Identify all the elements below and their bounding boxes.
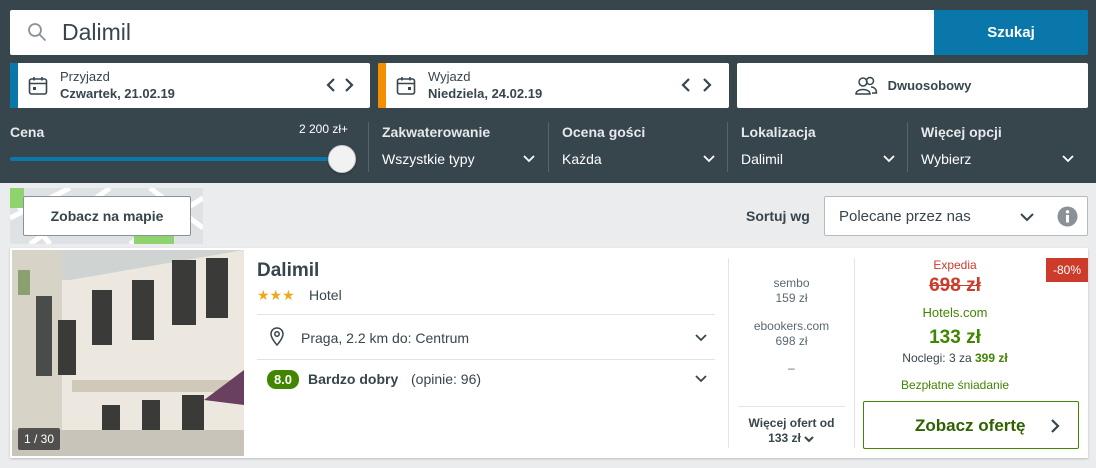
more-offers-label: Więcej ofert od — [748, 416, 835, 430]
more-offers-price: 133 zł — [768, 431, 801, 445]
search-icon — [28, 23, 46, 41]
compare-site: Expedia — [933, 258, 977, 272]
location-filter-label: Lokalizacja — [741, 124, 816, 140]
nights-text: Noclegi: 3 za — [902, 351, 972, 365]
chevron-down-icon — [1020, 213, 1034, 222]
rating-filter-value[interactable]: Każda — [562, 151, 602, 167]
location-filter-value[interactable]: Dalimil — [741, 151, 783, 167]
rating-filter-label: Ocena gości — [562, 124, 646, 140]
more-offers-link[interactable]: Więcej ofert od 133 zł — [738, 416, 845, 446]
map-pin-icon — [270, 327, 284, 346]
search-header: Dalimil Szukaj Przyjazd Czwartek, 21.02.… — [0, 0, 1096, 183]
row-divider — [257, 359, 715, 360]
chevron-down-icon — [804, 435, 814, 442]
search-input[interactable]: Dalimil — [10, 10, 934, 55]
sort-label: Sortuj wg — [746, 208, 810, 224]
compare-price: 698 zł — [929, 275, 981, 296]
sort-value: Polecane przez nas — [839, 208, 971, 225]
row-divider — [257, 314, 715, 315]
chevron-down-icon[interactable] — [702, 152, 716, 166]
show-on-map-button[interactable]: Zobacz na mapie — [23, 196, 191, 236]
checkin-next-icon[interactable] — [340, 75, 358, 95]
review-count: (opinie: 96) — [411, 371, 482, 387]
chevron-right-icon — [1051, 419, 1060, 433]
filter-divider — [727, 122, 728, 172]
checkout-value: Niedziela, 24.02.19 — [428, 86, 543, 101]
checkout-next-icon[interactable] — [698, 75, 716, 95]
filter-divider — [907, 122, 908, 172]
alt-offer-price: 159 zł — [775, 291, 808, 305]
search-value: Dalimil — [62, 19, 131, 45]
hotel-name[interactable]: Dalimil — [257, 260, 319, 282]
checkout-date-picker[interactable]: Wyjazd Niedziela, 24.02.19 — [378, 63, 729, 108]
alt-offer-site: – — [788, 361, 795, 375]
chevron-down-icon[interactable] — [694, 372, 708, 386]
star-rating: ★★★ — [257, 287, 295, 303]
alt-offer[interactable]: ebookers.com 698 zł — [728, 319, 855, 349]
sort-select[interactable]: Polecane przez nas — [824, 196, 1048, 236]
hotel-building-image — [12, 250, 244, 456]
rating-score-badge: 8.0 — [267, 370, 299, 389]
chevron-down-icon[interactable] — [694, 331, 708, 345]
price-slider-handle[interactable] — [328, 145, 356, 173]
users-icon — [854, 76, 877, 95]
accommodation-filter-label: Zakwaterowanie — [382, 124, 491, 140]
hotel-result-card: 1 / 30 Dalimil ★★★ Hotel Praga, 2.2 km d… — [10, 248, 1088, 458]
chevron-down-icon[interactable] — [882, 152, 896, 166]
checkin-accent — [10, 63, 18, 108]
search-button[interactable]: Szukaj — [934, 10, 1088, 55]
view-deal-button[interactable]: Zobacz ofertę — [863, 401, 1079, 449]
checkin-prev-icon[interactable] — [322, 75, 340, 95]
room-type-selector[interactable]: Dwuosobowy — [737, 63, 1088, 108]
price-slider-track[interactable] — [10, 157, 342, 161]
checkout-accent — [378, 63, 386, 108]
checkin-label: Przyjazd — [60, 69, 110, 84]
filter-divider — [548, 122, 549, 172]
checkin-date-picker[interactable]: Przyjazd Czwartek, 21.02.19 — [10, 63, 370, 108]
chevron-down-icon[interactable] — [522, 152, 536, 166]
deal-price: 133 zł — [929, 327, 981, 348]
more-options-filter-label: Więcej opcji — [921, 124, 1002, 140]
alt-offer-site: sembo — [773, 276, 810, 290]
view-deal-label: Zobacz ofertę — [915, 416, 1026, 435]
filter-divider — [368, 122, 369, 172]
alt-offer[interactable]: sembo 159 zł — [728, 276, 855, 306]
info-icon — [1057, 206, 1078, 227]
alt-offer-site: ebookers.com — [753, 319, 830, 333]
hotel-location: Praga, 2.2 km do: Centrum — [301, 330, 470, 346]
alt-offer: – — [728, 361, 855, 376]
hotel-type: Hotel — [309, 287, 342, 303]
calendar-icon — [396, 77, 416, 95]
photo-counter: 1 / 30 — [18, 428, 61, 450]
checkin-value: Czwartek, 21.02.19 — [60, 86, 175, 101]
calendar-icon — [28, 77, 48, 95]
alt-offer-price: 698 zł — [775, 334, 808, 348]
row-divider — [738, 406, 845, 407]
nights-summary: Noclegi: 3 za 399 zł — [865, 351, 1045, 365]
sort-info-button[interactable] — [1047, 196, 1088, 236]
accommodation-filter-value[interactable]: Wszystkie typy — [382, 151, 475, 167]
room-type-label: Dwuosobowy — [887, 78, 972, 93]
free-breakfast-perk: Bezpłatne śniadanie — [900, 378, 1010, 392]
more-options-filter-value[interactable]: Wybierz — [921, 151, 971, 167]
hotel-photo[interactable]: 1 / 30 — [12, 250, 244, 456]
discount-badge: -80% — [1046, 258, 1088, 282]
deal-site: Hotels.com — [922, 305, 988, 320]
checkout-prev-icon[interactable] — [677, 75, 695, 95]
column-divider — [854, 258, 855, 448]
nights-total: 399 zł — [975, 351, 1008, 365]
chevron-down-icon[interactable] — [1061, 152, 1075, 166]
price-filter-label: Cena — [10, 124, 45, 140]
checkout-label: Wyjazd — [428, 69, 471, 84]
rating-word: Bardzo dobry — [308, 371, 399, 387]
price-max-label: 2 200 zł+ — [299, 122, 349, 136]
